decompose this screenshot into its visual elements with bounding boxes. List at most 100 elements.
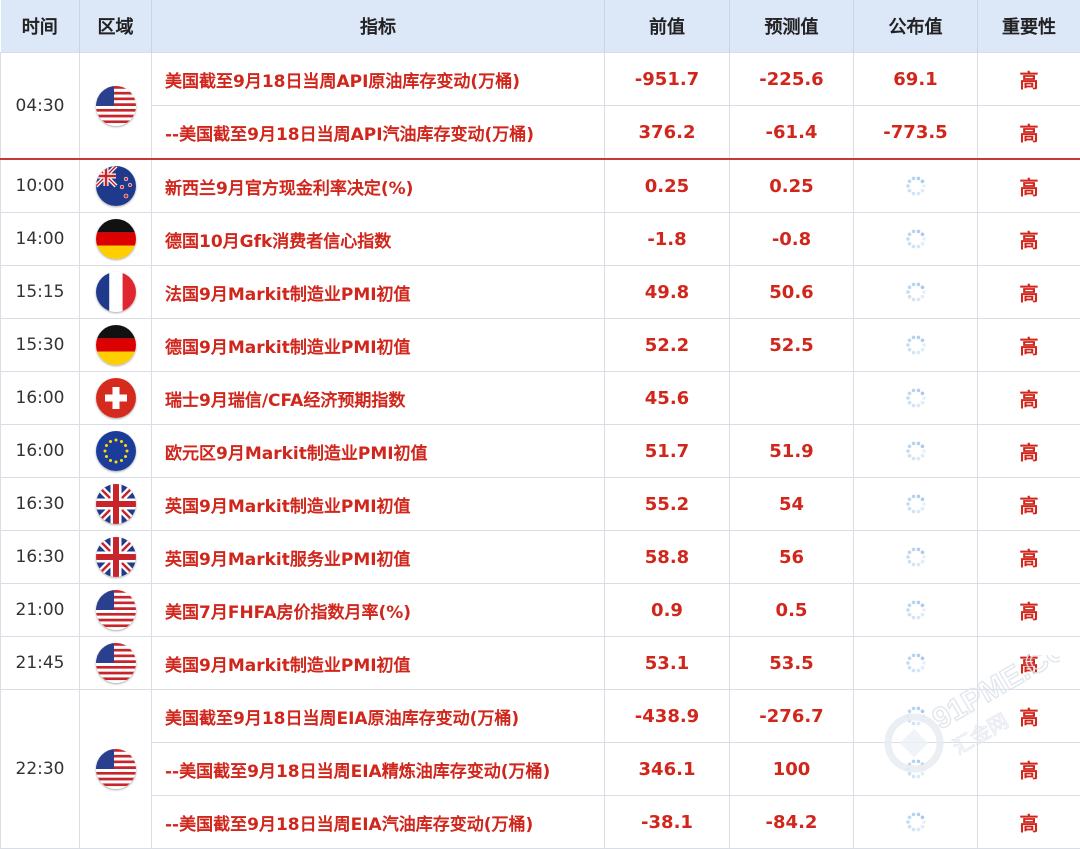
region-cell xyxy=(80,584,152,637)
uk-flag-icon xyxy=(96,484,136,524)
forecast-value: 54 xyxy=(730,478,854,531)
importance-value: 高 xyxy=(978,796,1080,849)
forecast-value: 52.5 xyxy=(730,319,854,372)
header-time: 时间 xyxy=(1,0,80,53)
forecast-value: -276.7 xyxy=(730,690,854,743)
forecast-value: 53.5 xyxy=(730,637,854,690)
previous-value: 53.1 xyxy=(605,637,730,690)
indicator-link[interactable]: 法国9月Markit制造业PMI初值 xyxy=(152,266,605,319)
region-cell xyxy=(80,637,152,690)
loading-spinner-icon xyxy=(905,705,927,727)
fr-flag-icon xyxy=(96,272,136,312)
actual-value xyxy=(854,796,978,849)
table-row: 10:00 新西兰9月官方现金利率决定(%)0.250.25高 xyxy=(1,159,1080,213)
previous-value: 51.7 xyxy=(605,425,730,478)
forecast-value: 0.25 xyxy=(730,159,854,213)
indicator-link[interactable]: 德国9月Markit制造业PMI初值 xyxy=(152,319,605,372)
de-flag-icon xyxy=(96,219,136,259)
actual-value xyxy=(854,372,978,425)
table-row: 14:00 德国10月Gfk消费者信心指数-1.8-0.8高 xyxy=(1,213,1080,266)
actual-value: -773.5 xyxy=(854,106,978,160)
actual-value xyxy=(854,743,978,796)
table-row: 21:45 美国9月Markit制造业PMI初值53.153.5 高 xyxy=(1,637,1080,690)
loading-spinner-icon xyxy=(905,175,927,197)
indicator-link[interactable]: 美国9月Markit制造业PMI初值 xyxy=(152,637,605,690)
time-cell: 21:00 xyxy=(1,584,80,637)
previous-value: -438.9 xyxy=(605,690,730,743)
time-cell: 14:00 xyxy=(1,213,80,266)
importance-value: 高 xyxy=(978,372,1080,425)
loading-spinner-icon xyxy=(905,440,927,462)
region-cell xyxy=(80,159,152,213)
table-row: --美国截至9月18日当周API汽油库存变动(万桶)376.2-61.4-773… xyxy=(1,106,1080,160)
table-row: 16:00 瑞士9月瑞信/CFA经济预期指数45.6高 xyxy=(1,372,1080,425)
table-row: --美国截至9月18日当周EIA精炼油库存变动(万桶)346.1100高 xyxy=(1,743,1080,796)
forecast-value: 0.5 xyxy=(730,584,854,637)
table-header-row: 时间 区域 指标 前值 预测值 公布值 重要性 xyxy=(1,0,1080,53)
region-cell xyxy=(80,266,152,319)
time-cell: 16:30 xyxy=(1,478,80,531)
importance-value: 高 xyxy=(978,584,1080,637)
actual-value xyxy=(854,637,978,690)
uk-flag-icon xyxy=(96,537,136,577)
loading-spinner-icon xyxy=(905,758,927,780)
actual-value xyxy=(854,266,978,319)
header-region: 区域 xyxy=(80,0,152,53)
forecast-value: 50.6 xyxy=(730,266,854,319)
time-cell: 16:00 xyxy=(1,372,80,425)
actual-value xyxy=(854,690,978,743)
indicator-link[interactable]: 德国10月Gfk消费者信心指数 xyxy=(152,213,605,266)
forecast-value xyxy=(730,372,854,425)
de-flag-icon xyxy=(96,325,136,365)
header-forecast: 预测值 xyxy=(730,0,854,53)
indicator-link[interactable]: --美国截至9月18日当周API汽油库存变动(万桶) xyxy=(152,106,605,160)
indicator-link[interactable]: 英国9月Markit服务业PMI初值 xyxy=(152,531,605,584)
time-cell: 21:45 xyxy=(1,637,80,690)
importance-value: 高 xyxy=(978,425,1080,478)
actual-value xyxy=(854,213,978,266)
indicator-link[interactable]: 欧元区9月Markit制造业PMI初值 xyxy=(152,425,605,478)
previous-value: 49.8 xyxy=(605,266,730,319)
region-cell xyxy=(80,372,152,425)
forecast-value: -0.8 xyxy=(730,213,854,266)
importance-value: 高 xyxy=(978,266,1080,319)
forecast-value: -61.4 xyxy=(730,106,854,160)
eu-flag-icon xyxy=(96,431,136,471)
table-row: --美国截至9月18日当周EIA汽油库存变动(万桶)-38.1-84.2高 xyxy=(1,796,1080,849)
header-previous: 前值 xyxy=(605,0,730,53)
importance-value: 高 xyxy=(978,637,1080,690)
us-flag-icon xyxy=(96,86,136,126)
indicator-link[interactable]: --美国截至9月18日当周EIA汽油库存变动(万桶) xyxy=(152,796,605,849)
previous-value: 55.2 xyxy=(605,478,730,531)
indicator-link[interactable]: 瑞士9月瑞信/CFA经济预期指数 xyxy=(152,372,605,425)
region-cell xyxy=(80,53,152,160)
nz-flag-icon xyxy=(96,166,136,206)
importance-value: 高 xyxy=(978,159,1080,213)
region-cell xyxy=(80,213,152,266)
loading-spinner-icon xyxy=(905,599,927,621)
indicator-link[interactable]: --美国截至9月18日当周EIA精炼油库存变动(万桶) xyxy=(152,743,605,796)
table-row: 21:00 美国7月FHFA房价指数月率(%)0.90.5 高 xyxy=(1,584,1080,637)
indicator-link[interactable]: 美国截至9月18日当周API原油库存变动(万桶) xyxy=(152,53,605,106)
loading-spinner-icon xyxy=(905,493,927,515)
us-flag-icon xyxy=(96,643,136,683)
loading-spinner-icon xyxy=(905,387,927,409)
previous-value: 346.1 xyxy=(605,743,730,796)
importance-value: 高 xyxy=(978,319,1080,372)
indicator-link[interactable]: 美国截至9月18日当周EIA原油库存变动(万桶) xyxy=(152,690,605,743)
forecast-value: 56 xyxy=(730,531,854,584)
indicator-link[interactable]: 英国9月Markit制造业PMI初值 xyxy=(152,478,605,531)
indicator-link[interactable]: 美国7月FHFA房价指数月率(%) xyxy=(152,584,605,637)
header-actual: 公布值 xyxy=(854,0,978,53)
actual-value: 69.1 xyxy=(854,53,978,106)
time-cell: 22:30 xyxy=(1,690,80,849)
table-row: 22:30 美国截至9月18日当周EIA原油库存变动(万桶)-438.9-276… xyxy=(1,690,1080,743)
region-cell xyxy=(80,425,152,478)
importance-value: 高 xyxy=(978,478,1080,531)
loading-spinner-icon xyxy=(905,652,927,674)
previous-value: 0.9 xyxy=(605,584,730,637)
indicator-link[interactable]: 新西兰9月官方现金利率决定(%) xyxy=(152,159,605,213)
header-importance: 重要性 xyxy=(978,0,1080,53)
previous-value: 376.2 xyxy=(605,106,730,160)
importance-value: 高 xyxy=(978,531,1080,584)
